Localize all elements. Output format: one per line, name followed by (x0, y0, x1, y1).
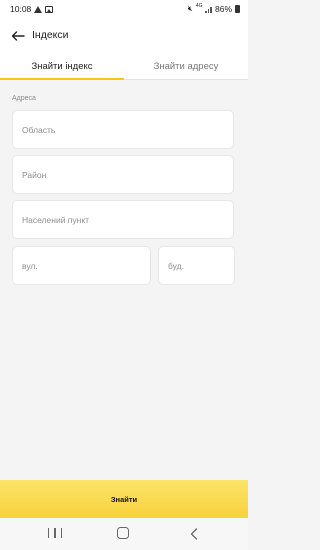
street-field[interactable]: вул. (12, 246, 151, 285)
house-field[interactable]: буд. (158, 246, 235, 285)
region-field[interactable]: Область (12, 110, 234, 149)
settlement-field[interactable]: Населений пункт (12, 200, 234, 239)
search-button[interactable]: Знайти (0, 480, 248, 518)
recent-apps-icon[interactable] (48, 528, 62, 540)
network-label: 4G (195, 3, 203, 9)
signal-icon (205, 6, 212, 13)
tab-find-address[interactable]: Знайти адресу (124, 55, 248, 80)
address-section-label: Адреса (12, 95, 36, 102)
home-icon[interactable] (117, 527, 129, 539)
tab-find-index[interactable]: Знайти індекс (0, 55, 124, 80)
back-icon[interactable] (188, 527, 200, 541)
status-bar: 10:08 🔇︎ 4G 86% (0, 0, 248, 18)
warning-icon (34, 5, 43, 13)
system-nav-bar (0, 518, 248, 550)
active-tab-indicator (0, 78, 124, 80)
status-left: 10:08 (10, 4, 54, 14)
district-field[interactable]: Район (12, 155, 234, 194)
app-bar: Індекси (0, 24, 248, 48)
arrow-left-icon[interactable] (9, 26, 27, 46)
top-panel: 10:08 🔇︎ 4G 86% Індекси Знайти індекс Зн… (0, 0, 248, 80)
tab-bar: Знайти індекс Знайти адресу (0, 55, 248, 80)
battery-percent: 86% (214, 4, 232, 14)
status-time: 10:08 (10, 4, 32, 14)
mute-icon: 🔇︎ (187, 4, 193, 13)
image-icon (45, 5, 54, 13)
battery-icon (235, 5, 240, 13)
page-title: Індекси (32, 29, 69, 41)
status-right: 🔇︎ 4G 86% (187, 3, 240, 14)
